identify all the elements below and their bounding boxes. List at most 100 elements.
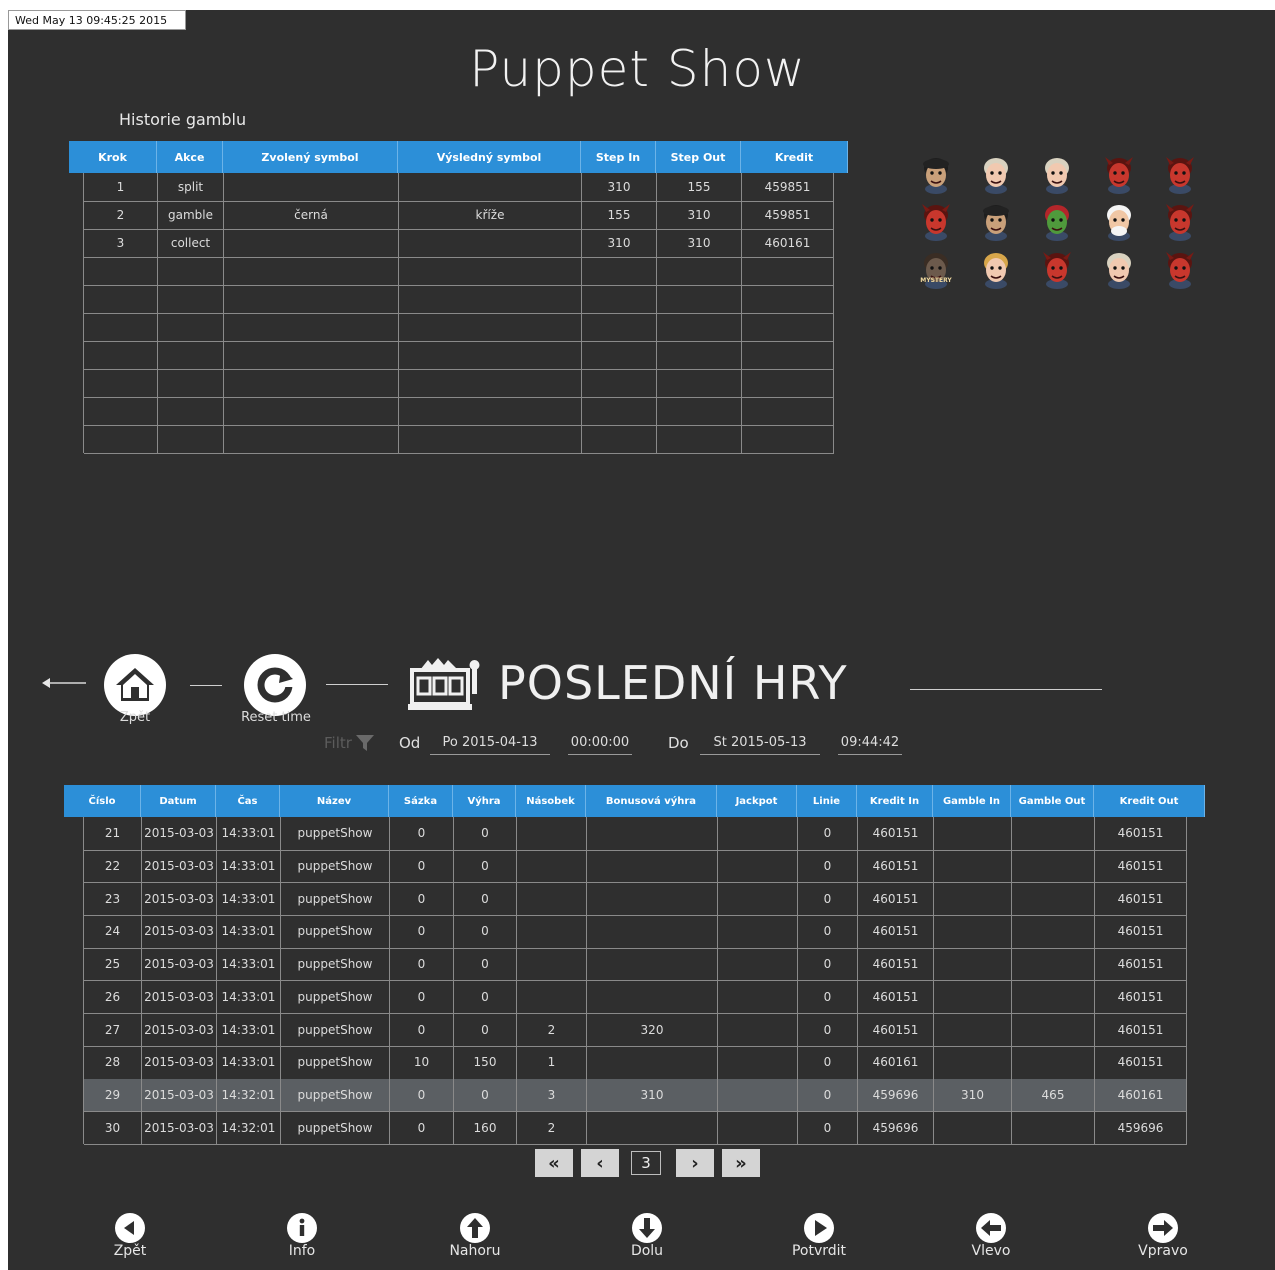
info-icon xyxy=(287,1213,317,1243)
to-date-field[interactable]: St 2015-05-13 xyxy=(700,734,820,755)
table-cell: 0 xyxy=(390,817,454,850)
arrow-left-icon[interactable] xyxy=(40,673,90,693)
table-cell: 14:33:01 xyxy=(217,817,281,850)
table-cell: puppetShow xyxy=(281,1045,390,1079)
table-cell: puppetShow xyxy=(281,1078,390,1112)
table-row xyxy=(84,397,834,426)
table-cell xyxy=(399,257,582,285)
dolu-button[interactable]: Dolu xyxy=(587,1213,707,1259)
zpt-button[interactable]: Zpět xyxy=(70,1213,190,1259)
table-row xyxy=(84,341,834,370)
table-cell: 29 xyxy=(84,1078,142,1112)
table-row[interactable]: 28 2015-03-03 14:33:01 puppetShow 10 150 1 0 460… xyxy=(84,1045,1187,1080)
table-cell: 14:33:01 xyxy=(217,1013,281,1046)
table-cell: 2015-03-03 xyxy=(142,817,217,850)
reset-time-button[interactable] xyxy=(244,654,306,716)
table-cell: 310 xyxy=(657,201,742,229)
table-cell: 460151 xyxy=(1095,817,1187,850)
table-cell: 0 xyxy=(454,1013,517,1046)
table-cell: collect xyxy=(158,229,224,257)
gamble-history-table: 1 split 310 155 459851 2 gamble černá kříže 155 31… xyxy=(83,173,834,454)
to-time-field[interactable]: 09:44:42 xyxy=(838,734,902,755)
filter-button[interactable]: Filtr xyxy=(324,734,374,752)
table-row[interactable]: 30 2015-03-03 14:32:01 puppetShow 0 160 2 0 4596… xyxy=(84,1111,1187,1145)
potvrdit-button[interactable]: Potvrdit xyxy=(759,1213,879,1259)
table-cell: 0 xyxy=(454,1078,517,1112)
from-time-field[interactable]: 00:00:00 xyxy=(568,734,632,755)
bottom-button-label: Potvrdit xyxy=(791,1243,847,1259)
table-cell: 30 xyxy=(84,1111,142,1144)
table-cell xyxy=(742,313,834,341)
table-cell xyxy=(517,980,587,1014)
table-cell: 2015-03-03 xyxy=(142,947,217,981)
table-cell xyxy=(657,313,742,341)
table-cell xyxy=(587,947,718,981)
table-cell: 0 xyxy=(798,849,858,883)
table-row[interactable]: 26 2015-03-03 14:33:01 puppetShow 0 0 0 460151 4… xyxy=(84,980,1187,1015)
from-date-field[interactable]: Po 2015-04-13 xyxy=(430,734,550,755)
prev-page-button[interactable]: ‹ xyxy=(581,1149,619,1177)
table-cell: 2015-03-03 xyxy=(142,1078,217,1112)
column-header: Step Out xyxy=(656,141,741,173)
vpravo-button[interactable]: Vpravo xyxy=(1103,1213,1223,1259)
table-row[interactable]: 21 2015-03-03 14:33:01 puppetShow 0 0 0 460151 4… xyxy=(84,817,1187,851)
table-cell: 459851 xyxy=(742,173,834,201)
table-row[interactable]: 23 2015-03-03 14:33:01 puppetShow 0 0 0 460151 4… xyxy=(84,882,1187,917)
bottom-button-label: Nahoru xyxy=(449,1243,501,1259)
table-cell xyxy=(158,397,224,425)
table-cell xyxy=(224,257,399,285)
table-cell: 0 xyxy=(454,915,517,948)
table-cell: puppetShow xyxy=(281,947,390,981)
column-header: Gamble Out xyxy=(1011,785,1094,817)
table-row[interactable]: 25 2015-03-03 14:33:01 puppetShow 0 0 0 460151 4… xyxy=(84,947,1187,982)
table-cell xyxy=(1012,980,1095,1014)
info-button[interactable]: Info xyxy=(242,1213,362,1259)
table-row[interactable]: 24 2015-03-03 14:33:01 puppetShow 0 0 0 460151 4… xyxy=(84,915,1187,949)
vlevo-button[interactable]: Vlevo xyxy=(931,1213,1051,1259)
devil-icon xyxy=(1161,203,1199,241)
first-page-button[interactable]: « xyxy=(535,1149,573,1177)
column-header: Krok xyxy=(69,141,157,173)
table-cell xyxy=(718,1078,798,1112)
table-cell xyxy=(158,425,224,453)
table-cell xyxy=(399,313,582,341)
bottom-button-label: Vlevo xyxy=(971,1243,1011,1259)
table-cell: 28 xyxy=(84,1045,142,1079)
column-header: Název xyxy=(280,785,389,817)
column-header: Kredit Out xyxy=(1094,785,1205,817)
table-cell: 25 xyxy=(84,947,142,981)
table-cell xyxy=(399,425,582,453)
table-cell: 310 xyxy=(587,1078,718,1112)
bottom-button-label: Vpravo xyxy=(1138,1243,1188,1259)
table-cell xyxy=(718,947,798,981)
bottom-button-label: Zpět xyxy=(113,1243,147,1259)
play-icon xyxy=(804,1213,834,1243)
nahoru-button[interactable]: Nahoru xyxy=(415,1213,535,1259)
table-row: 2 gamble černá kříže 155 310 459851 xyxy=(84,201,834,230)
table-cell xyxy=(582,341,657,369)
games-table-header: Číslo Datum Čas Název Sázka Výhra Násobek Bonus… xyxy=(64,785,1205,817)
table-row[interactable]: 27 2015-03-03 14:33:01 puppetShow 0 0 2 320 0 460… xyxy=(84,1013,1187,1047)
home-button[interactable] xyxy=(104,654,166,716)
table-row[interactable]: 29 2015-03-03 14:32:01 puppetShow 0 0 3 310 0 459… xyxy=(84,1078,1187,1113)
next-page-button[interactable]: › xyxy=(676,1149,714,1177)
home-caption: Zpět xyxy=(119,710,151,725)
table-row[interactable]: 22 2015-03-03 14:33:01 puppetShow 0 0 0 460151 4… xyxy=(84,849,1187,884)
table-cell: split xyxy=(158,173,224,201)
table-cell: kříže xyxy=(399,201,582,229)
table-cell: 459696 xyxy=(858,1111,934,1144)
table-cell xyxy=(718,915,798,948)
table-cell: 0 xyxy=(390,1013,454,1046)
table-cell xyxy=(742,257,834,285)
table-cell: 1 xyxy=(517,1045,587,1079)
table-cell xyxy=(517,882,587,916)
table-cell xyxy=(224,425,399,453)
last-page-button[interactable]: » xyxy=(722,1149,760,1177)
gamble-history-title: Historie gamblu xyxy=(119,110,247,129)
pirate-icon xyxy=(977,203,1015,241)
table-cell xyxy=(934,882,1012,916)
table-cell xyxy=(718,849,798,883)
table-cell xyxy=(742,285,834,313)
table-cell xyxy=(399,341,582,369)
table-cell xyxy=(742,341,834,369)
